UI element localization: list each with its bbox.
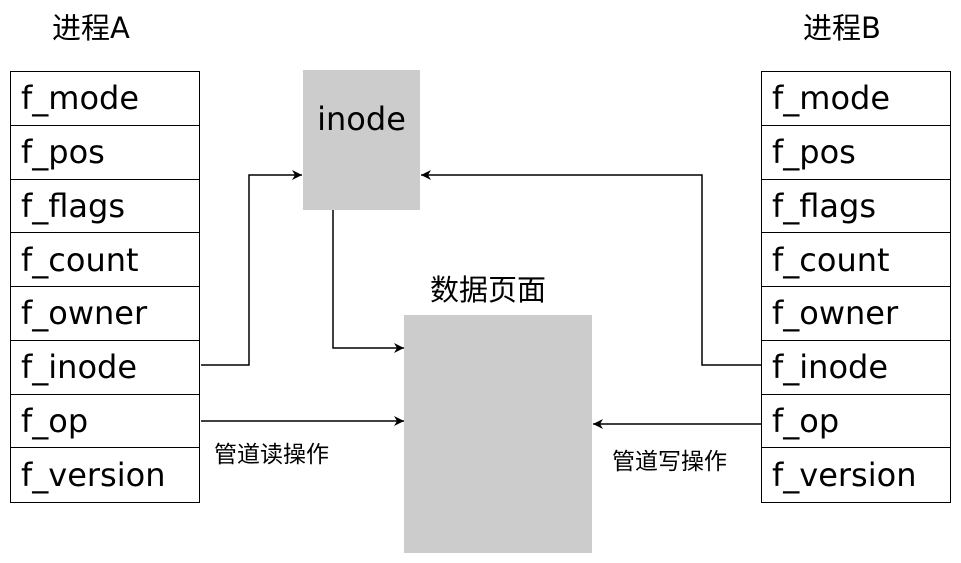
arrow-inode-to-data-page [332,210,404,353]
arrow-b-inode-to-inode [421,170,761,366]
connection-arrows [201,170,761,429]
arrow-a-inode-to-inode [201,170,302,366]
